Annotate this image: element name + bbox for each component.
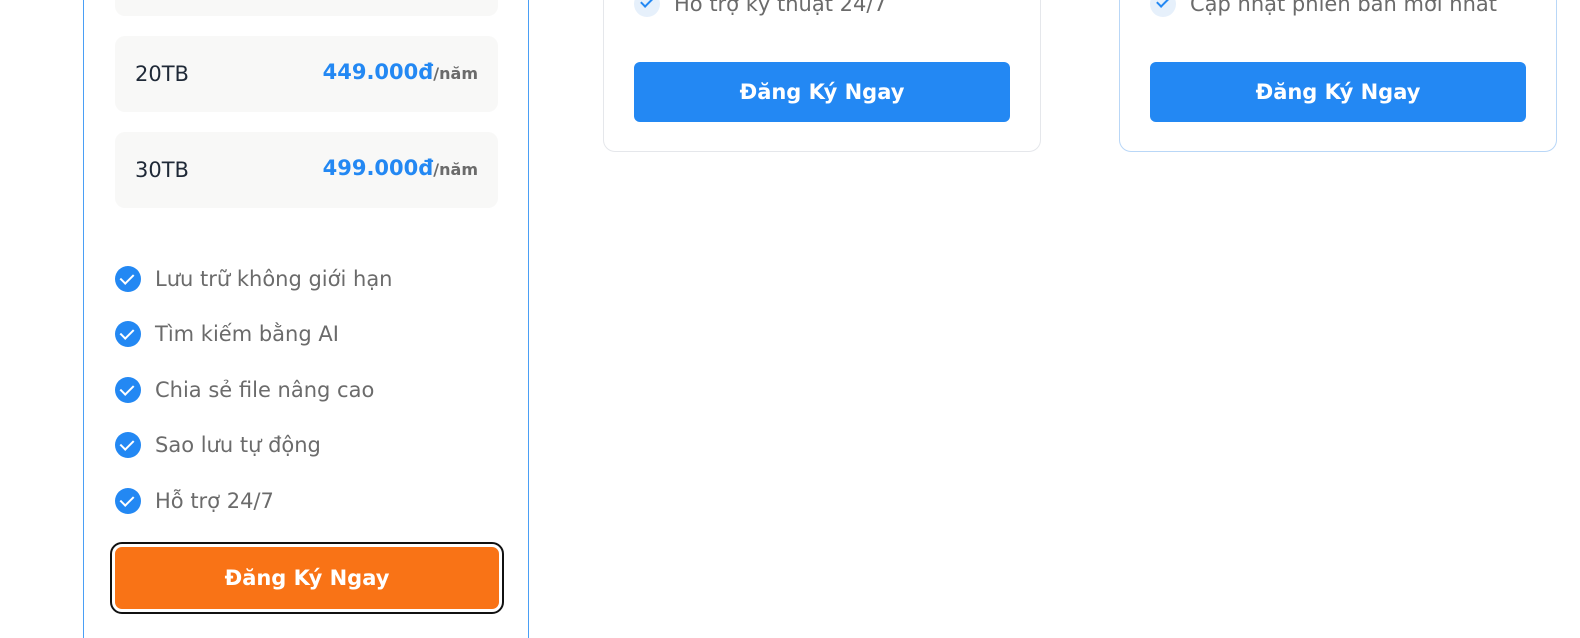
- price-period: /năm: [433, 160, 478, 179]
- feature-label: Hỗ trợ 24/7: [155, 488, 274, 513]
- price-period: /năm: [433, 64, 478, 83]
- feature-item: Sao lưu tự động: [115, 418, 393, 474]
- pricing-section: 20TB 449.000đ/năm 30TB 499.000đ/năm Lưu …: [0, 0, 1580, 638]
- pricing-card-featured: 20TB 449.000đ/năm 30TB 499.000đ/năm Lưu …: [83, 0, 529, 638]
- price: 449.000đ/năm: [323, 60, 478, 84]
- price-amount: 499.000đ: [322, 156, 434, 180]
- feature-label: Lưu trữ không giới hạn: [155, 266, 393, 291]
- feature-label: Chia sẻ file nâng cao: [155, 377, 375, 402]
- feature-item: Chia sẻ file nâng cao: [115, 362, 393, 418]
- price: 499.000đ/năm: [323, 156, 478, 180]
- check-circle-icon: [634, 0, 660, 17]
- price-option-cropped[interactable]: [115, 0, 498, 16]
- feature-item: Tìm kiếm bằng AI: [115, 307, 393, 363]
- check-circle-icon: [115, 432, 141, 459]
- check-circle-icon: [1150, 0, 1176, 17]
- check-circle-icon: [115, 487, 141, 514]
- price-amount: 449.000đ: [322, 60, 434, 84]
- pricing-card-middle: Hỗ trợ kỹ thuật 24/7 Đăng Ký Ngay: [603, 0, 1041, 152]
- feature-label: Hỗ trợ kỹ thuật 24/7: [674, 0, 887, 16]
- feature-label: Tìm kiếm bằng AI: [155, 322, 339, 347]
- pricing-card-right: Cập nhật phiên bản mới nhất Đăng Ký Ngay: [1119, 0, 1557, 152]
- check-circle-icon: [115, 321, 141, 348]
- check-circle-icon: [115, 265, 141, 292]
- feature-item: Hỗ trợ kỹ thuật 24/7: [634, 0, 887, 17]
- feature-list: Lưu trữ không giới hạn Tìm kiếm bằng AI …: [115, 251, 393, 529]
- feature-label: Cập nhật phiên bản mới nhất: [1190, 0, 1498, 16]
- feature-item: Cập nhật phiên bản mới nhất: [1150, 0, 1497, 17]
- feature-item: Hỗ trợ 24/7: [115, 473, 393, 529]
- check-circle-icon: [115, 376, 141, 403]
- register-now-button-right[interactable]: Đăng Ký Ngay: [1150, 62, 1526, 122]
- storage-size: 20TB: [135, 62, 189, 86]
- register-now-button-featured[interactable]: Đăng Ký Ngay: [110, 542, 504, 614]
- price-option-30tb[interactable]: 30TB 499.000đ/năm: [115, 132, 498, 208]
- price-option-20tb[interactable]: 20TB 449.000đ/năm: [115, 36, 498, 112]
- feature-label: Sao lưu tự động: [155, 433, 321, 458]
- feature-item: Lưu trữ không giới hạn: [115, 251, 393, 307]
- register-now-button-middle[interactable]: Đăng Ký Ngay: [634, 62, 1010, 122]
- storage-size: 30TB: [135, 158, 189, 182]
